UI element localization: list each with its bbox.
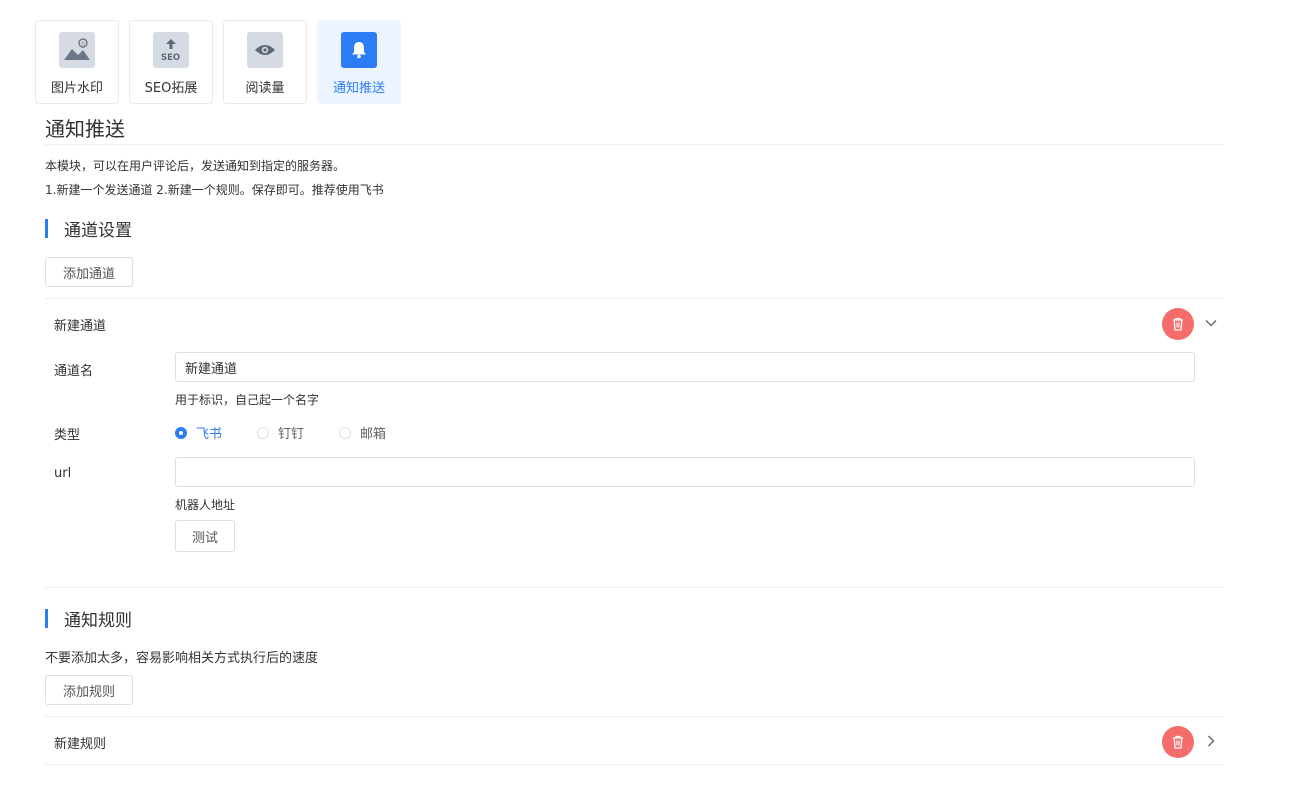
tab-label: 通知推送 [332, 81, 385, 96]
test-button[interactable]: 测试 [175, 520, 235, 552]
radio-circle [257, 426, 269, 439]
tab-image-watermark[interactable]: © 图片水印 [35, 20, 119, 104]
section-title: 通知规则 [64, 610, 132, 631]
rule-item-title[interactable]: 新建规则 [54, 733, 106, 752]
chevron-down-icon[interactable] [1204, 316, 1218, 330]
trash-icon [1173, 317, 1183, 331]
rule-section-header: 通知规则 [45, 608, 132, 631]
divider [45, 298, 1224, 299]
chevron-right-icon[interactable] [1204, 734, 1218, 748]
section-title: 通道设置 [64, 220, 132, 241]
channel-type-label: 类型 [54, 428, 81, 443]
divider [45, 144, 1224, 145]
tab-read-count[interactable]: 阅读量 [223, 20, 307, 104]
tab-label: SEO拓展 [144, 81, 198, 96]
delete-rule-button[interactable] [1162, 726, 1194, 758]
channel-name-label: 通道名 [54, 364, 94, 379]
url-input[interactable] [175, 457, 1195, 487]
tab-label: 图片水印 [50, 81, 103, 96]
radio-feishu[interactable]: 飞书 [175, 423, 222, 442]
add-channel-button[interactable]: 添加通道 [45, 257, 133, 287]
channel-name-input[interactable] [175, 352, 1195, 382]
tab-seo[interactable]: SEO SEO拓展 [129, 20, 213, 104]
trash-icon [1173, 735, 1183, 749]
radio-label: 飞书 [196, 427, 223, 442]
section-accent-bar [45, 608, 48, 628]
divider [45, 716, 1224, 717]
url-hint: 机器人地址 [175, 498, 236, 512]
radio-email[interactable]: 邮箱 [339, 423, 386, 442]
eye-icon [247, 32, 283, 68]
channel-name-hint: 用于标识，自己起一个名字 [175, 393, 320, 407]
rule-description: 不要添加太多，容易影响相关方式执行后的速度 [45, 651, 319, 666]
svg-text:SEO: SEO [161, 53, 180, 63]
channel-item-title[interactable]: 新建通道 [54, 315, 106, 334]
divider [45, 764, 1224, 765]
radio-label: 钉钉 [278, 427, 305, 442]
tab-notification-push[interactable]: 通知推送 [317, 20, 401, 104]
image-icon: © [59, 32, 95, 68]
page-instructions: 1.新建一个发送通道 2.新建一个规则。保存即可。推荐使用飞书 [45, 183, 384, 197]
radio-label: 邮箱 [360, 427, 387, 442]
divider [45, 587, 1224, 588]
radio-circle [175, 426, 187, 439]
plugin-tabs: © 图片水印 SEO SEO拓展 阅读量 通知推送 [35, 20, 401, 104]
channel-section-header: 通道设置 [45, 218, 132, 241]
svg-text:©: © [81, 41, 86, 48]
radio-circle [339, 426, 351, 439]
delete-channel-button[interactable] [1162, 308, 1194, 340]
section-accent-bar [45, 218, 48, 238]
radio-dingtalk[interactable]: 钉钉 [257, 423, 304, 442]
tab-label: 阅读量 [245, 81, 285, 96]
page-title: 通知推送 [45, 117, 125, 141]
page-description: 本模块，可以在用户评论后，发送通知到指定的服务器。 [45, 159, 346, 173]
add-rule-button[interactable]: 添加规则 [45, 675, 133, 705]
seo-upload-icon: SEO [153, 32, 189, 68]
bell-icon [341, 32, 377, 68]
url-label: url [54, 466, 72, 481]
